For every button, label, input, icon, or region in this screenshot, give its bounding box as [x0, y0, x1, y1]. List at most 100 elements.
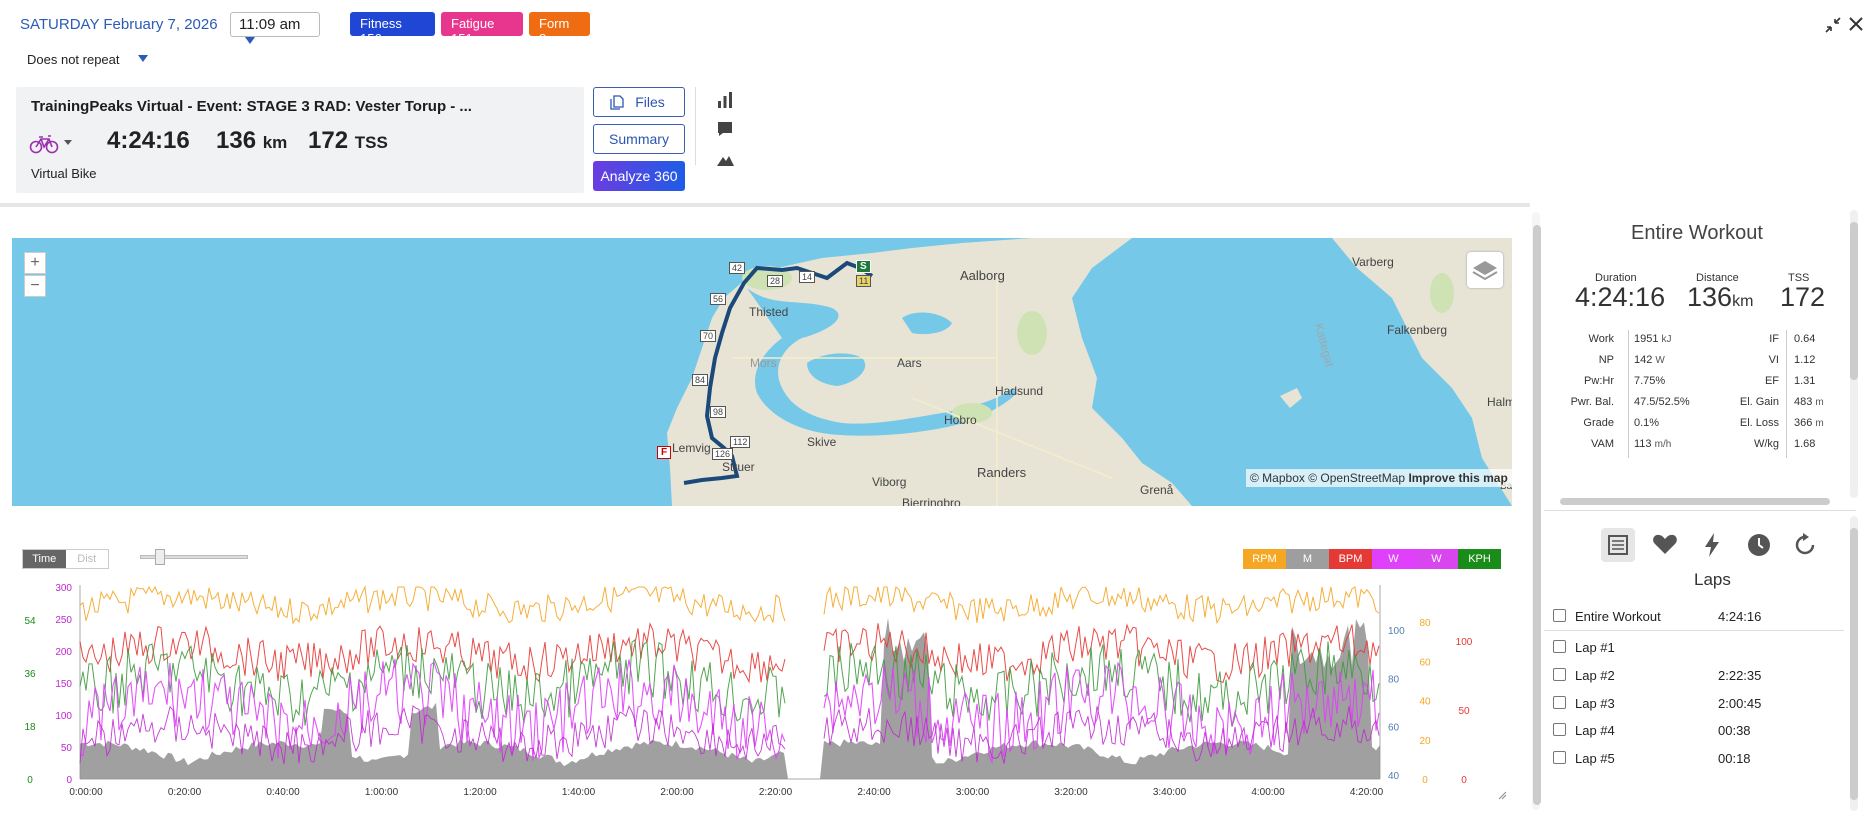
- section-divider: [0, 203, 1530, 207]
- metrics-hscroll[interactable]: [1560, 498, 1830, 505]
- x-tick-label: 4:20:00: [1350, 787, 1384, 798]
- fitness-badge: Fitness 156: [350, 12, 435, 46]
- y-tick-label: 250: [55, 615, 72, 626]
- analyze-360-button[interactable]: Analyze 360: [593, 161, 685, 191]
- lap-row[interactable]: Lap #2 2:22:35: [1553, 666, 1843, 688]
- lightning-icon[interactable]: [1695, 528, 1729, 562]
- lap-checkbox[interactable]: [1553, 668, 1566, 681]
- route-marker[interactable]: 84: [692, 374, 709, 386]
- route-marker[interactable]: 28: [767, 275, 784, 287]
- bar-chart-icon[interactable]: [715, 90, 735, 110]
- x-tick-label: 0:20:00: [168, 787, 202, 798]
- attribution-mapbox[interactable]: © Mapbox: [1250, 471, 1305, 485]
- route-marker[interactable]: 98: [710, 406, 727, 418]
- route-marker[interactable]: 11: [856, 275, 872, 287]
- metric-label: EF: [1764, 375, 1779, 387]
- y-tick-label: 54: [24, 616, 36, 627]
- route-marker[interactable]: 42: [729, 262, 746, 274]
- lap-name: Lap #1: [1575, 640, 1615, 655]
- lap-row[interactable]: Lap #4 00:38: [1553, 721, 1843, 743]
- time-dist-toggle[interactable]: Time Dist: [22, 549, 109, 569]
- y-tick-label: 40: [1388, 771, 1400, 782]
- panel-scrollbar-thumb[interactable]: [1533, 225, 1541, 805]
- y-tick-label: 100: [55, 711, 72, 722]
- sport-label: Virtual Bike: [31, 166, 97, 181]
- dist-tab[interactable]: Dist: [66, 550, 109, 568]
- bike-icon[interactable]: [29, 132, 59, 156]
- metric-value: 1.12: [1794, 354, 1816, 366]
- lap-row[interactable]: Lap #3 2:00:45: [1553, 694, 1843, 716]
- time-select[interactable]: 11:09 am: [230, 12, 320, 44]
- duration-value: 4:24:16: [107, 127, 190, 154]
- route-marker[interactable]: 126: [712, 448, 734, 460]
- lap-row[interactable]: Lap #5 00:18: [1553, 749, 1843, 771]
- zoom-in-button[interactable]: +: [24, 252, 46, 274]
- lap-time: 2:00:45: [1718, 696, 1762, 711]
- heart-icon[interactable]: [1648, 528, 1682, 562]
- lap-checkbox[interactable]: [1553, 609, 1566, 622]
- workout-date[interactable]: SATURDAY February 7, 2026: [20, 16, 218, 33]
- workout-chart[interactable]: 0:00:00 0:20:00 0:40:00 1:00:00 1:20:00 1:40:…: [0, 575, 1535, 805]
- files-button[interactable]: Files: [593, 87, 685, 117]
- start-marker[interactable]: S: [856, 260, 871, 273]
- workout-summary-card: TrainingPeaks Virtual - Event: STAGE 3 R…: [16, 87, 584, 193]
- metric-label: VI: [1768, 354, 1779, 366]
- clock-icon[interactable]: [1742, 528, 1776, 562]
- collapse-icon[interactable]: [1824, 16, 1842, 34]
- x-tick-label: 0:40:00: [266, 787, 300, 798]
- legend-m[interactable]: M: [1286, 549, 1329, 569]
- layers-button[interactable]: [1467, 252, 1503, 288]
- comment-icon[interactable]: [715, 119, 735, 139]
- route-marker[interactable]: 112: [730, 436, 751, 448]
- x-tick-label: 3:20:00: [1054, 787, 1088, 798]
- lap-checkbox[interactable]: [1553, 723, 1566, 736]
- chart-series: [79, 585, 1380, 779]
- legend-bpm[interactable]: BPM: [1329, 549, 1372, 569]
- side-panel-title: Entire Workout: [1631, 222, 1763, 244]
- zoom-out-button[interactable]: −: [24, 275, 46, 297]
- route-marker[interactable]: 14: [799, 271, 816, 283]
- zoom-slider-handle[interactable]: [155, 549, 165, 565]
- legend-w1[interactable]: W: [1372, 549, 1415, 569]
- metric-label: VAM: [1590, 438, 1614, 450]
- distance-unit: km: [262, 133, 288, 152]
- workout-title[interactable]: TrainingPeaks Virtual - Event: STAGE 3 R…: [31, 98, 472, 115]
- legend-w2[interactable]: W: [1415, 549, 1458, 569]
- y-tick-label: 20: [1419, 736, 1431, 747]
- y-tick-label: 36: [24, 669, 36, 680]
- metric-unit: m: [1815, 397, 1824, 408]
- elevation-icon[interactable]: [715, 150, 735, 170]
- time-tab[interactable]: Time: [23, 550, 66, 568]
- y-tick-label: 80: [1419, 618, 1431, 629]
- refresh-icon[interactable]: [1788, 528, 1822, 562]
- lap-checkbox[interactable]: [1553, 751, 1566, 764]
- metrics-scrollbar-thumb[interactable]: [1850, 222, 1858, 380]
- lap-row[interactable]: Lap #1: [1553, 638, 1843, 660]
- lap-row-entire[interactable]: Entire Workout 4:24:16: [1553, 607, 1843, 629]
- route-marker[interactable]: 70: [700, 330, 717, 342]
- route-marker[interactable]: 56: [710, 293, 727, 305]
- legend-rpm[interactable]: RPM: [1243, 549, 1286, 569]
- finish-marker[interactable]: F: [657, 446, 672, 459]
- route-map[interactable]: Aalborg Thisted Mors Aars Hadsund Hobro …: [12, 238, 1512, 506]
- chevron-down-icon[interactable]: [64, 140, 72, 145]
- map-label: Thisted: [749, 305, 789, 319]
- metric-value: 0.1%: [1634, 417, 1660, 429]
- lap-checkbox[interactable]: [1553, 640, 1566, 653]
- x-tick-label: 2:20:00: [759, 787, 793, 798]
- x-tick-label: 1:00:00: [365, 787, 399, 798]
- metric-unit: kJ: [1661, 334, 1672, 345]
- resize-handle-icon[interactable]: [1497, 790, 1507, 800]
- legend-kph[interactable]: KPH: [1458, 549, 1501, 569]
- distance-value: 136 km: [216, 127, 287, 155]
- improve-map-link[interactable]: Improve this map: [1408, 471, 1507, 485]
- divider: [1544, 510, 1856, 511]
- lap-checkbox[interactable]: [1553, 696, 1566, 709]
- list-icon[interactable]: [1601, 528, 1635, 562]
- close-icon[interactable]: [1846, 14, 1866, 34]
- attribution-osm[interactable]: © OpenStreetMap: [1308, 471, 1405, 485]
- summary-button[interactable]: Summary: [593, 124, 685, 154]
- repeat-select[interactable]: Does not repeat: [27, 52, 148, 67]
- y-tick-label: 300: [55, 583, 72, 594]
- laps-scrollbar-thumb[interactable]: [1850, 528, 1858, 800]
